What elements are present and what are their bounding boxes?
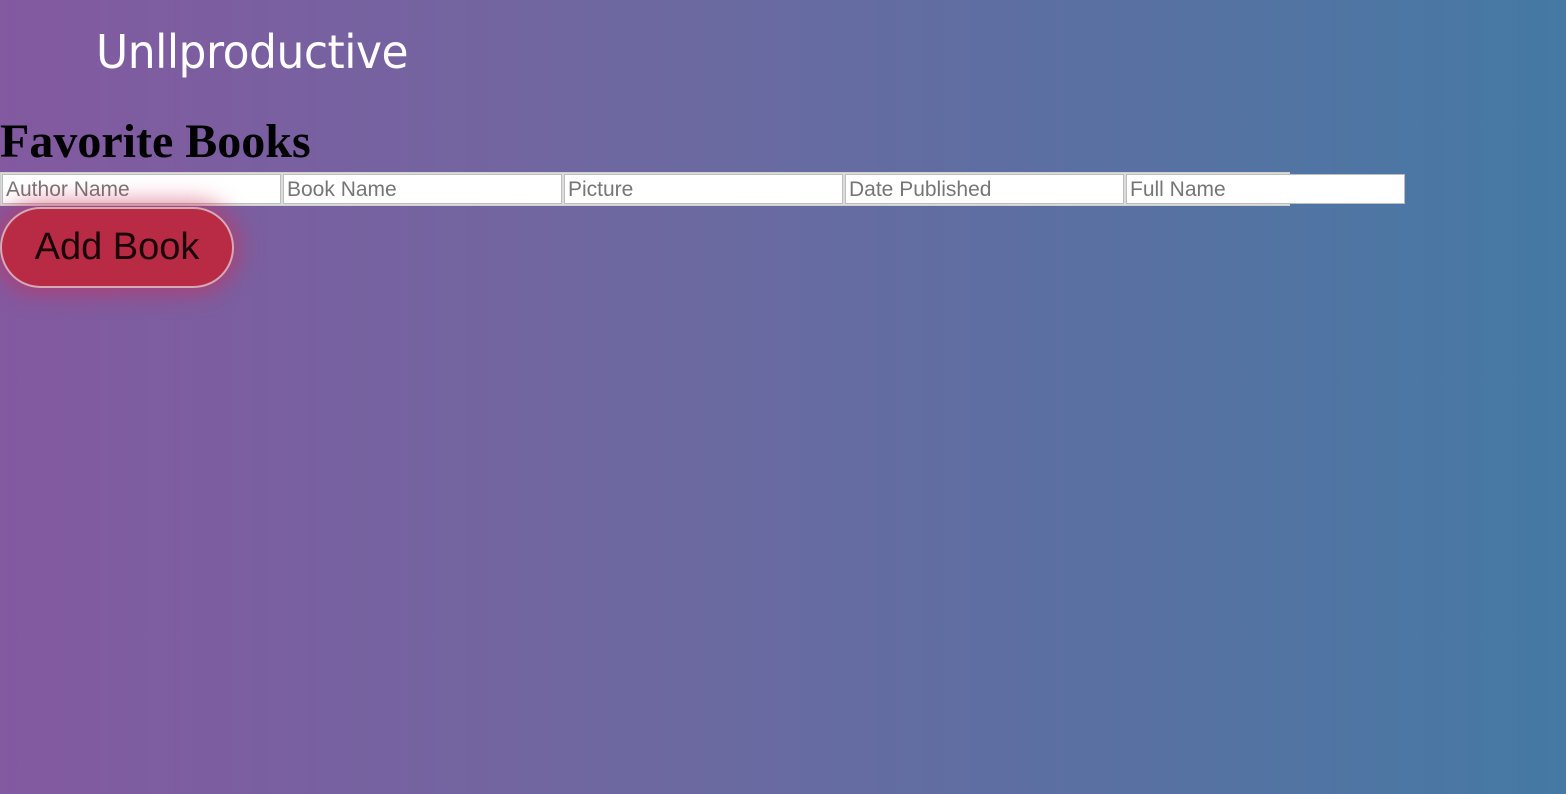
full-name-input[interactable] xyxy=(1126,174,1405,204)
date-published-input[interactable] xyxy=(845,174,1124,204)
page-title: Favorite Books xyxy=(0,115,311,168)
site-logo[interactable]: Unllproductive xyxy=(96,26,409,80)
book-name-input[interactable] xyxy=(283,174,562,204)
author-name-input[interactable] xyxy=(2,174,281,204)
add-book-button[interactable]: Add Book xyxy=(0,207,234,288)
picture-input[interactable] xyxy=(564,174,843,204)
book-form xyxy=(0,172,1405,206)
